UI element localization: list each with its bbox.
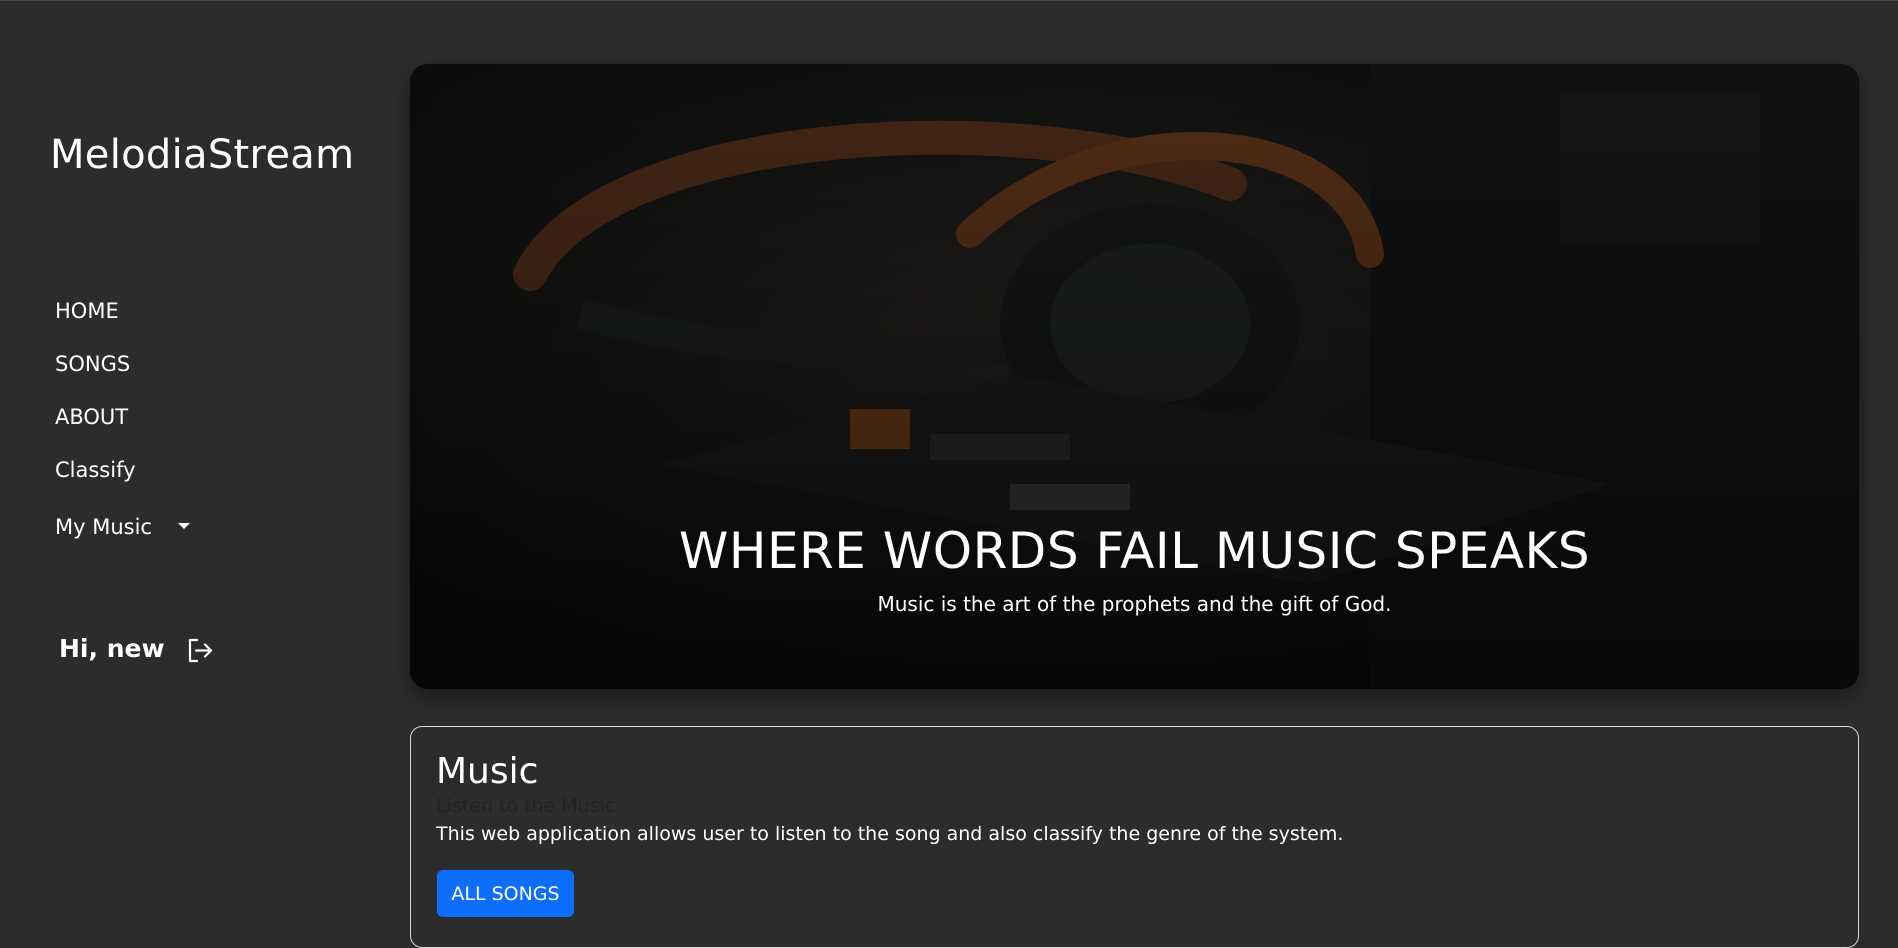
card-subtitle: Listen to the Music <box>436 795 616 817</box>
hero-subtitle: Music is the art of the prophets and the… <box>877 592 1392 616</box>
nav-item-my-music-label: My Music <box>55 515 152 539</box>
main-nav: HOME SONGS ABOUT Classify My Music <box>55 296 190 565</box>
card-title: Music <box>436 751 539 792</box>
all-songs-button[interactable]: ALL SONGS <box>437 870 574 917</box>
user-greeting: Hi, new <box>59 634 165 663</box>
card-description: This web application allows user to list… <box>436 823 1344 845</box>
hero-title: WHERE WORDS FAIL MUSIC SPEAKS <box>678 522 1591 580</box>
sidebar: MelodiaStream HOME SONGS ABOUT Classify … <box>0 0 400 917</box>
music-card: Music Listen to the Music This web appli… <box>410 726 1859 948</box>
nav-item-about[interactable]: ABOUT <box>55 402 190 455</box>
brand-logo-text[interactable]: MelodiaStream <box>50 132 354 178</box>
hero-banner: WHERE WORDS FAIL MUSIC SPEAKS Music is t… <box>410 64 1859 689</box>
nav-item-songs[interactable]: SONGS <box>55 349 190 402</box>
nav-item-classify[interactable]: Classify <box>55 455 190 508</box>
nav-item-my-music[interactable]: My Music <box>55 512 190 565</box>
nav-item-home[interactable]: HOME <box>55 296 190 349</box>
logout-icon[interactable] <box>185 636 215 666</box>
caret-down-icon <box>177 523 190 529</box>
